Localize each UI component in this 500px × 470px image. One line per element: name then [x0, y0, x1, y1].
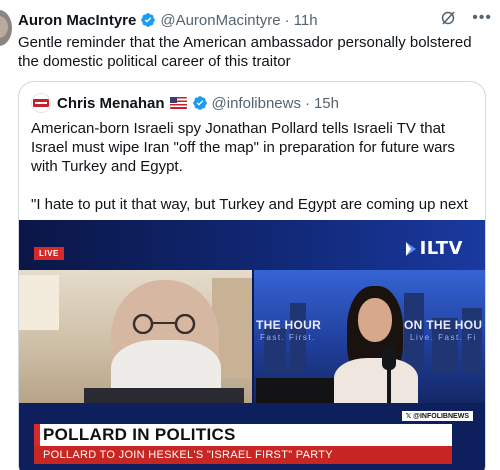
guest-video-panel: [19, 270, 252, 403]
tweet-text: Gentle reminder that the American ambass…: [18, 34, 472, 70]
quoted-header: Chris Menahan @infolibnews · 15h: [31, 93, 339, 113]
tweet-header: Auron MacIntyre @AuronMacintyre · 11h: [18, 9, 490, 31]
video-player[interactable]: LIVE ILTV THE HOUR Fast. First. ON THE H…: [19, 220, 485, 470]
separator-dot: ·: [284, 11, 290, 29]
background-text-left: THE HOUR: [256, 318, 322, 332]
host-video-panel: THE HOUR Fast. First. ON THE HOU Live. F…: [254, 270, 485, 403]
quoted-paragraph-1: American-born Israeli spy Jonathan Polla…: [31, 120, 455, 175]
quoted-handle[interactable]: @infolibnews: [212, 95, 301, 112]
quoted-tweet[interactable]: Chris Menahan @infolibnews · 15h America…: [18, 81, 486, 470]
iltv-logo-icon: [405, 241, 416, 256]
watermark-handle: 𝕏 @INFOLIBNEWS: [401, 411, 473, 421]
background-sub-left: Fast. First.: [260, 333, 316, 342]
grok-icon[interactable]: [440, 10, 456, 26]
quoted-text: American-born Israeli spy Jonathan Polla…: [31, 119, 477, 233]
glasses-shape: [132, 314, 196, 334]
channel-name: ILTV: [419, 238, 463, 259]
background-sub-right: Live. Fast. Fi: [410, 333, 477, 342]
tweet-time[interactable]: 11h: [294, 12, 318, 29]
author-avatar[interactable]: [0, 10, 12, 46]
quoted-author-name[interactable]: Chris Menahan: [57, 95, 165, 112]
separator-dot: ·: [304, 94, 310, 112]
live-badge: LIVE: [34, 247, 64, 260]
author-handle[interactable]: @AuronMacintyre: [160, 12, 280, 29]
news-headline: POLLARD IN POLITICS: [43, 425, 236, 444]
us-flag-icon: [169, 97, 187, 109]
quoted-avatar[interactable]: [31, 93, 51, 113]
news-ticker: 𝕏 @INFOLIBNEWS POLLARD IN POLITICS POLLA…: [19, 403, 485, 470]
header-actions: •••: [440, 10, 492, 26]
author-name[interactable]: Auron MacIntyre: [18, 12, 136, 29]
headline-bar: POLLARD IN POLITICS: [34, 424, 452, 446]
channel-logo: ILTV: [405, 238, 463, 259]
subline-bar: POLLARD TO JOIN HESKEL'S "ISRAEL FIRST" …: [34, 446, 452, 464]
quoted-time[interactable]: 15h: [314, 95, 339, 112]
background-text-right: ON THE HOU: [404, 318, 483, 332]
verified-badge-icon: [141, 13, 156, 27]
more-icon[interactable]: •••: [472, 10, 492, 26]
verified-badge-icon: [192, 96, 207, 110]
news-subline: POLLARD TO JOIN HESKEL'S "ISRAEL FIRST" …: [43, 449, 333, 461]
